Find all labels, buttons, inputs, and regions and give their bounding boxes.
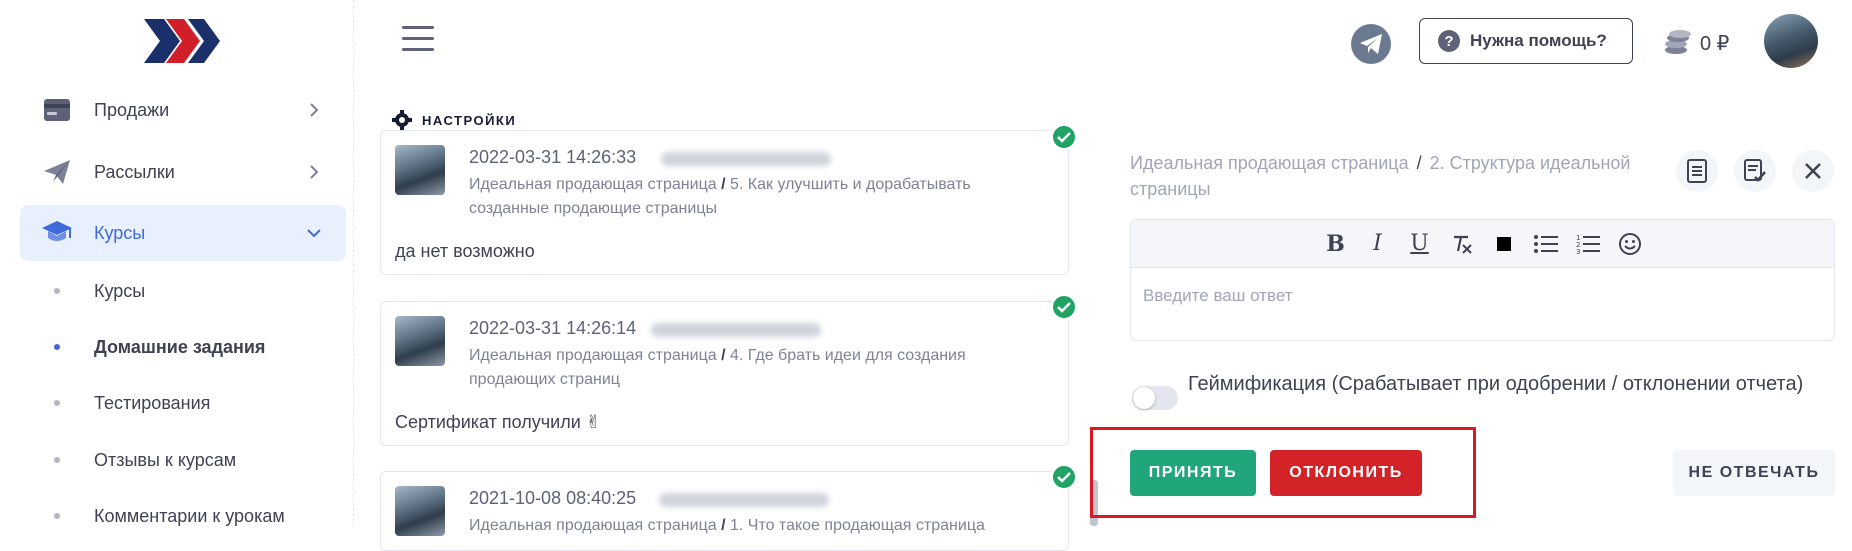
reject-button[interactable]: ОТКЛОНИТЬ (1270, 450, 1422, 496)
card-message: да нет возможно (395, 241, 535, 261)
answer-lesson-path: Идеальная продающая страница/2. Структур… (1130, 153, 1631, 199)
student-thumbnail (395, 145, 445, 195)
chevron-right-icon (310, 103, 319, 117)
bullet-list-icon[interactable] (1525, 228, 1567, 260)
sidebar-subitem-reviews[interactable]: Отзывы к курсам (54, 440, 236, 480)
sidebar-subitem-lesson-comments[interactable]: Комментарии к урокам (54, 496, 285, 536)
sidebar-item-sales[interactable]: Продажи (20, 82, 346, 138)
answer-editor: B I U 123 (1130, 219, 1835, 341)
italic-icon[interactable]: I (1357, 228, 1399, 260)
avatar[interactable] (1764, 14, 1818, 68)
homework-card[interactable]: 2022-03-31 14:26:14 Идеальная продающая … (380, 301, 1069, 446)
student-thumbnail (395, 486, 445, 536)
approved-check-icon (1051, 464, 1077, 490)
sidebar-subitem-homework[interactable]: Домашние задания (54, 327, 265, 367)
bold-icon[interactable]: B (1315, 228, 1357, 260)
chevron-right-icon (310, 165, 319, 179)
chevron-down-icon (307, 229, 321, 238)
svg-text:3: 3 (1576, 248, 1580, 255)
editor-toolbar: B I U 123 (1131, 220, 1834, 268)
card-datetime: 2022-03-31 14:26:14 (469, 318, 637, 338)
approved-check-icon (1051, 294, 1077, 320)
graduation-cap-icon (42, 218, 72, 248)
balance-value: 0 ₽ (1700, 32, 1730, 55)
gamification-toggle[interactable] (1132, 386, 1178, 410)
no-reply-button[interactable]: НЕ ОТВЕЧАТЬ (1673, 450, 1835, 496)
clear-format-icon[interactable] (1441, 228, 1483, 260)
accept-button[interactable]: ПРИНЯТЬ (1130, 450, 1256, 496)
paper-plane-icon (42, 157, 72, 187)
gamification-label: Геймификация (Срабатывает при одобрении … (1188, 373, 1804, 395)
sidebar-item-label: Продажи (94, 99, 170, 120)
document-icon[interactable] (1676, 150, 1718, 192)
blurred-student-name (659, 493, 829, 507)
sidebar-subitem-tests[interactable]: Тестирования (54, 383, 210, 423)
credit-card-icon (42, 95, 72, 125)
gear-icon (392, 110, 412, 130)
card-message: Сертификат получили ✌ (395, 412, 601, 432)
question-icon: ? (1438, 30, 1460, 52)
document-check-icon[interactable] (1734, 150, 1776, 192)
blurred-student-name (651, 323, 821, 337)
student-thumbnail (395, 316, 445, 366)
card-lesson-path: Идеальная продающая страница / 5. Как ул… (469, 176, 971, 217)
card-lesson-path: Идеальная продающая страница / 4. Где бр… (469, 347, 966, 388)
card-datetime: 2021-10-08 08:40:25 (469, 488, 637, 508)
card-lesson-path: Идеальная продающая страница / 1. Что та… (469, 517, 985, 534)
coins-icon (1665, 30, 1691, 54)
close-icon[interactable] (1792, 150, 1834, 192)
homework-card[interactable]: 2021-10-08 08:40:25 Идеальная продающая … (380, 471, 1069, 551)
card-datetime: 2022-03-31 14:26:33 (469, 147, 637, 167)
emoji-icon[interactable] (1609, 228, 1651, 260)
sidebar-subitem-courses[interactable]: Курсы (54, 271, 145, 311)
sidebar: Продажи Рассылки Курсы Курсы Домашние за… (6, 0, 354, 526)
approved-check-icon (1051, 124, 1077, 150)
menu-toggle-button[interactable] (402, 26, 434, 56)
text-color-icon[interactable] (1483, 228, 1525, 260)
help-button[interactable]: ? Нужна помощь? (1419, 18, 1633, 64)
sidebar-item-label: Курсы (94, 222, 146, 243)
balance[interactable]: 0 ₽ (1664, 26, 1729, 60)
numbered-list-icon[interactable]: 123 (1567, 228, 1609, 260)
answer-input[interactable] (1131, 268, 1834, 340)
underline-icon[interactable]: U (1399, 228, 1441, 260)
blurred-student-name (661, 152, 831, 166)
logo[interactable] (142, 16, 222, 66)
homework-card[interactable]: 2022-03-31 14:26:33 Идеальная продающая … (380, 130, 1069, 275)
sidebar-item-courses[interactable]: Курсы (20, 205, 346, 261)
sidebar-item-mailings[interactable]: Рассылки (20, 144, 346, 200)
settings-link[interactable]: НАСТРОЙКИ (392, 110, 516, 130)
telegram-icon[interactable] (1351, 24, 1391, 64)
sidebar-item-label: Рассылки (94, 161, 175, 182)
